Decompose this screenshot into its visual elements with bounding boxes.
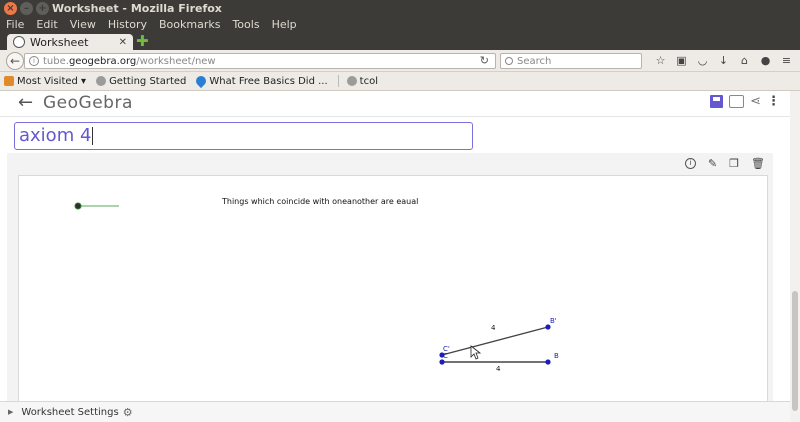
page-content: ← GeoGebra ⋖ ⋮ axiom 4 i ✎ ❐ 🗑 C' B' C B…: [0, 91, 790, 422]
globe-icon: [96, 76, 107, 86]
pocket-icon[interactable]: ◡: [692, 54, 713, 68]
bookmark-separator: [337, 75, 339, 87]
image-icon[interactable]: [729, 95, 745, 108]
globe-icon: [346, 76, 357, 86]
url-prefix: tube.: [43, 55, 69, 67]
worksheet-title-value: axiom 4: [19, 125, 92, 146]
worksheet-area: i ✎ ❐ 🗑 C' B' C B 4 4 Things which coinc…: [7, 153, 773, 422]
copy-icon[interactable]: ❐: [729, 157, 739, 170]
geogebra-logo[interactable]: GeoGebra: [43, 93, 133, 113]
reload-icon[interactable]: ↻: [480, 54, 489, 67]
green-point[interactable]: [74, 202, 82, 210]
element-toolbar: i ✎ ❐ 🗑: [684, 157, 765, 170]
expand-caret-icon[interactable]: ▶: [8, 408, 13, 416]
geogebra-canvas[interactable]: C' B' C B 4 4 Things which coincide with…: [18, 175, 768, 422]
back-arrow-icon[interactable]: ←: [6, 52, 24, 70]
url-path: /worksheet/new: [136, 55, 216, 67]
url-bar[interactable]: i tube.geogebra.org/worksheet/new ↻ ▸: [24, 53, 511, 69]
length-label-top: 4: [491, 324, 496, 332]
new-tab-icon[interactable]: ✚: [136, 34, 149, 49]
tab-label: Worksheet: [30, 35, 89, 49]
navigation-bar: ← i tube.geogebra.org/worksheet/new ↻ ▸ …: [0, 50, 800, 72]
geogebra-header: ← GeoGebra ⋖ ⋮: [0, 91, 790, 117]
text-caret: [92, 127, 94, 145]
bookmark-getting-started[interactable]: Getting Started: [96, 76, 186, 87]
minimize-window-button[interactable]: –: [20, 2, 33, 15]
bookmark-label: Most Visited ▾: [17, 75, 87, 87]
drupal-icon: [194, 73, 209, 89]
window-titlebar: × – + Worksheet - Mozilla Firefox: [0, 0, 800, 17]
construction-drawing: C' B' C B 4 4: [74, 202, 559, 373]
bookmark-tcol[interactable]: tcol: [346, 75, 378, 87]
maximize-window-button[interactable]: +: [36, 2, 49, 15]
toolbar-icons: ☆ ▣ ◡ ↓ ⌂ ● ≡: [650, 54, 797, 68]
point-c[interactable]: [439, 359, 445, 365]
scrollbar-thumb[interactable]: [792, 291, 798, 411]
worksheet-settings-bar[interactable]: ▶ Worksheet Settings ⚙: [0, 401, 790, 422]
geogebra-favicon-icon: [13, 36, 25, 48]
folder-icon: [4, 76, 14, 86]
label-b-prime: B': [550, 317, 557, 325]
window-controls: × – +: [4, 2, 49, 15]
save-icon[interactable]: [710, 95, 724, 108]
label-c: C: [443, 352, 448, 360]
url-domain: geogebra.org: [68, 55, 137, 67]
bookmark-star-icon[interactable]: ☆: [650, 54, 671, 68]
worksheet-settings-label[interactable]: Worksheet Settings: [21, 407, 118, 418]
tab-worksheet[interactable]: Worksheet ✕: [7, 34, 133, 50]
gear-icon[interactable]: ⚙: [123, 406, 133, 419]
menu-help[interactable]: Help: [272, 17, 297, 33]
mouse-cursor-icon: [470, 345, 482, 360]
bookmark-most-visited[interactable]: Most Visited ▾: [4, 76, 86, 87]
bookmark-free-basics[interactable]: What Free Basics Did ...: [194, 73, 328, 89]
bookmark-label: tcol: [359, 75, 378, 87]
point-b[interactable]: [545, 359, 551, 365]
reading-list-icon[interactable]: ▣: [671, 54, 692, 68]
point-b-prime[interactable]: [545, 324, 551, 330]
menu-view[interactable]: View: [70, 17, 96, 33]
delete-trash-icon[interactable]: 🗑: [751, 157, 765, 170]
worksheet-title-input[interactable]: axiom 4: [14, 122, 473, 150]
home-icon[interactable]: ⌂: [734, 54, 755, 68]
info-icon[interactable]: i: [684, 158, 696, 169]
menu-tools[interactable]: Tools: [232, 17, 259, 33]
page-scrollbar[interactable]: [790, 91, 800, 422]
window-title: Worksheet - Mozilla Firefox: [52, 2, 222, 15]
length-label-bottom: 4: [496, 365, 501, 373]
tab-bar: Worksheet ✕ ✚: [0, 33, 800, 50]
menu-file[interactable]: File: [6, 17, 24, 33]
back-arrow-icon[interactable]: ←: [18, 92, 33, 113]
worksheet-text[interactable]: Things which coincide with oneanother ar…: [222, 197, 418, 206]
bookmarks-bar: Most Visited ▾ Getting Started What Free…: [0, 72, 800, 91]
search-placeholder: Search: [517, 55, 552, 67]
bookmark-label: Getting Started: [109, 75, 187, 87]
menu-bar: File Edit View History Bookmarks Tools H…: [0, 17, 800, 33]
search-input[interactable]: Search: [500, 53, 642, 69]
hamburger-menu-icon[interactable]: ≡: [776, 54, 797, 68]
edit-pencil-icon[interactable]: ✎: [708, 157, 717, 170]
more-options-icon[interactable]: ⋮: [767, 95, 780, 108]
menu-bookmarks[interactable]: Bookmarks: [159, 17, 220, 33]
bookmark-label: What Free Basics Did ...: [209, 75, 328, 87]
search-icon: [505, 57, 513, 65]
url-text: tube.geogebra.org/worksheet/new: [43, 56, 216, 67]
site-info-icon[interactable]: i: [29, 56, 39, 66]
share-icon[interactable]: ⋖: [750, 95, 761, 108]
close-window-button[interactable]: ×: [4, 2, 17, 15]
download-icon[interactable]: ↓: [713, 54, 734, 68]
close-tab-icon[interactable]: ✕: [119, 37, 127, 48]
menu-edit[interactable]: Edit: [36, 17, 57, 33]
menu-history[interactable]: History: [108, 17, 147, 33]
header-actions: ⋖ ⋮: [710, 95, 780, 108]
chat-icon[interactable]: ●: [755, 54, 776, 68]
label-b: B: [554, 352, 559, 360]
